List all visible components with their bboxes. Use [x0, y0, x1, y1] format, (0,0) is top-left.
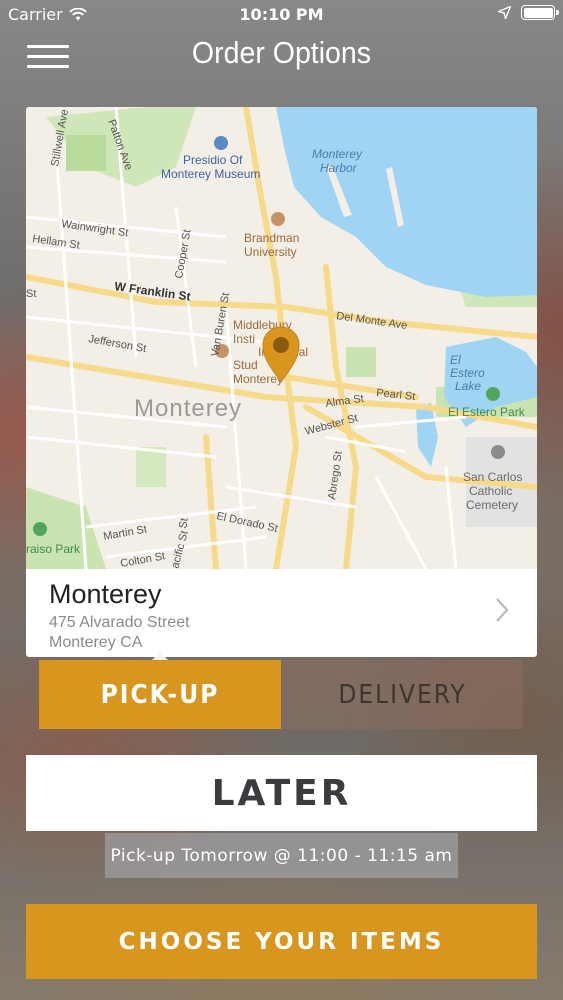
status-bar: Carrier 10:10 PM — [0, 0, 563, 30]
map-label-estero-park: El Estero Park — [448, 405, 526, 419]
status-time: 10:10 PM — [239, 5, 324, 24]
pickup-time-info: Pick-up Tomorrow @ 11:00 - 11:15 am — [105, 833, 458, 878]
choose-items-button[interactable]: CHOOSE YOUR ITEMS — [26, 904, 537, 979]
map-label-harbor-2: Harbor — [320, 161, 358, 175]
map-label-cemetery-2: Catholic — [469, 484, 512, 498]
map-label-cemetery: San Carlos — [463, 470, 522, 484]
map-label-paraiso-park: raiso Park — [26, 542, 81, 556]
map-label-middlebury-2: Insti — [233, 332, 255, 346]
map-label-city: Monterey — [134, 395, 242, 422]
location-address: 475 Alvarado Street Monterey CA — [49, 613, 190, 653]
location-name: Monterey — [49, 579, 162, 609]
location-arrow-icon — [498, 6, 511, 19]
page-title: Order Options — [191, 35, 372, 70]
location-card: Presidio Of Monterey Museum Monterey Har… — [26, 107, 537, 657]
later-button[interactable]: LATER — [26, 755, 537, 831]
address-line-2: Monterey CA — [49, 634, 143, 651]
map-label-st-1: St — [26, 288, 36, 300]
store-map[interactable]: Presidio Of Monterey Museum Monterey Har… — [26, 107, 537, 569]
map-label-brandman-2: University — [244, 245, 297, 259]
map-label-estero-lake-3: Lake — [455, 379, 481, 393]
address-line-1: 475 Alvarado Street — [49, 614, 190, 631]
location-selector[interactable]: Monterey 475 Alvarado Street Monterey CA — [26, 569, 537, 657]
map-label-st-2: St — [177, 517, 191, 529]
map-label-estero-lake: El — [450, 353, 461, 367]
map-label-harbor: Monterey — [312, 147, 363, 161]
battery-icon — [521, 5, 559, 20]
status-right-icons — [498, 5, 559, 20]
pickup-tab[interactable]: PICK-UP — [39, 660, 281, 729]
nav-bar: Order Options — [0, 30, 563, 80]
map-label-middlebury-3: Stud — [233, 358, 258, 372]
map-label-brandman: Brandman — [244, 231, 299, 245]
chevron-right-icon — [496, 598, 509, 622]
map-label-cemetery-3: Cemetery — [466, 498, 518, 512]
delivery-tab[interactable]: DELIVERY — [282, 660, 523, 729]
map-label-presidio: Presidio Of — [183, 153, 243, 167]
location-card-pointer — [152, 652, 168, 660]
map-label-presidio-museum: Monterey Museum — [161, 167, 260, 181]
map-label-estero-lake-2: Estero — [450, 366, 485, 380]
